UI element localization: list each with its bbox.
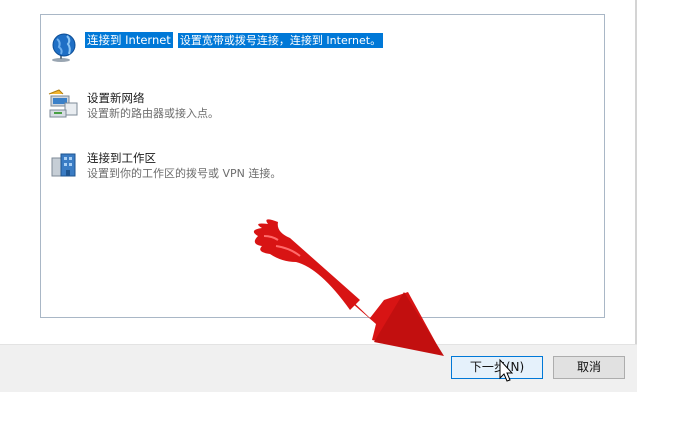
- option-description: 设置宽带或拨号连接，连接到 Internet。: [177, 33, 384, 48]
- option-title: 设置新网络: [87, 91, 145, 105]
- connection-option-list: 连接到 Internet 设置宽带或拨号连接，连接到 Internet。 设置新…: [40, 14, 605, 318]
- option-description: 设置到你的工作区的拨号或 VPN 连接。: [87, 167, 282, 180]
- dialog-content: 连接到 Internet 设置宽带或拨号连接，连接到 Internet。 设置新…: [0, 0, 637, 344]
- globe-icon: [52, 33, 76, 62]
- option-title: 连接到 Internet: [85, 32, 173, 48]
- dialog-footer: 下一步(N) 取消: [0, 344, 637, 392]
- option-new-network[interactable]: 设置新网络 设置新的路由器或接入点。: [47, 87, 587, 127]
- workplace-icon: [51, 153, 76, 177]
- router-icon: [48, 89, 78, 118]
- option-description: 设置新的路由器或接入点。: [87, 107, 219, 120]
- next-button[interactable]: 下一步(N): [451, 356, 543, 379]
- dialog-border: [635, 0, 637, 392]
- cancel-button[interactable]: 取消: [553, 356, 625, 379]
- option-title: 连接到工作区: [87, 151, 156, 165]
- option-connect-internet[interactable]: 连接到 Internet 设置宽带或拨号连接，连接到 Internet。: [47, 29, 587, 69]
- option-connect-workplace[interactable]: 连接到工作区 设置到你的工作区的拨号或 VPN 连接。: [47, 147, 587, 187]
